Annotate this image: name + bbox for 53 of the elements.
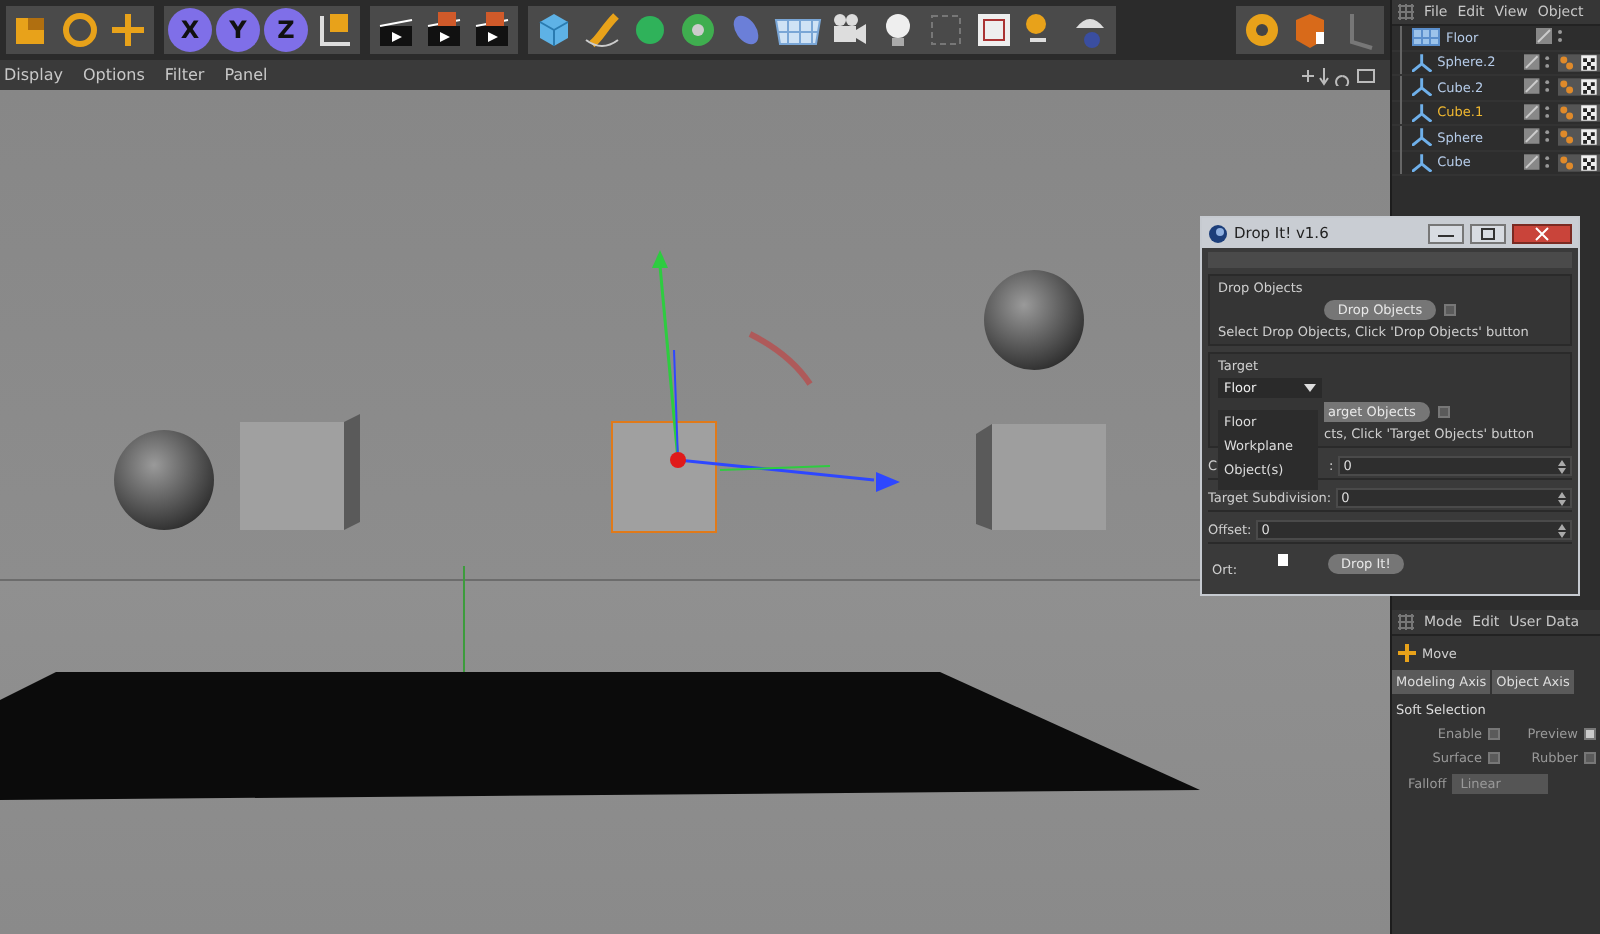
grip-icon — [1398, 614, 1414, 630]
move-icon — [1398, 644, 1416, 662]
tag-icon[interactable] — [1557, 78, 1600, 97]
axis-button[interactable]: X — [168, 8, 212, 52]
visibility-toggle-icon[interactable] — [1524, 153, 1552, 172]
menu-item[interactable]: Display — [4, 66, 63, 84]
axis-button[interactable]: Y — [216, 8, 260, 52]
visibility-toggle-icon[interactable] — [1524, 103, 1552, 122]
tag-icon[interactable] — [1557, 128, 1600, 147]
checkbox[interactable] — [1584, 752, 1596, 764]
tag-icon[interactable] — [1557, 153, 1600, 172]
null-object-icon — [1411, 78, 1432, 97]
cube — [976, 424, 1106, 530]
visibility-toggle-icon[interactable] — [1524, 78, 1552, 97]
checkbox[interactable] — [1444, 304, 1457, 316]
clapperboard-icon[interactable] — [470, 8, 514, 52]
pen-icon[interactable] — [580, 8, 624, 52]
sphere — [984, 270, 1084, 370]
gear-icon[interactable] — [676, 8, 720, 52]
app-logo-icon — [1208, 223, 1228, 243]
axis-button[interactable]: Z — [264, 8, 308, 52]
checkbox[interactable] — [1584, 728, 1596, 740]
tag-icon[interactable] — [1557, 103, 1600, 122]
menu-item[interactable]: Options — [83, 66, 145, 84]
null-object-icon — [1411, 128, 1432, 147]
null-object-icon — [1411, 53, 1432, 72]
visibility-toggle-icon[interactable] — [1524, 128, 1552, 147]
checkbox[interactable] — [1488, 728, 1500, 740]
cube — [240, 414, 360, 530]
sphere — [114, 430, 214, 530]
grip-icon — [1398, 4, 1414, 20]
visibility-toggle-icon[interactable] — [1524, 53, 1552, 72]
move-icon[interactable] — [106, 8, 150, 52]
maximize-icon[interactable] — [1470, 223, 1506, 243]
tag-icon[interactable] — [1557, 53, 1600, 72]
close-icon[interactable] — [1512, 223, 1572, 243]
picture-frame-icon[interactable] — [972, 8, 1016, 52]
floor-icon — [1412, 28, 1440, 47]
spinner-icon[interactable] — [1558, 491, 1566, 505]
menu-item[interactable]: Filter — [164, 66, 205, 84]
rotate-icon[interactable] — [58, 8, 102, 52]
recycle-icon[interactable] — [1240, 8, 1284, 52]
visibility-toggle-icon[interactable] — [1536, 28, 1564, 47]
caret-icon — [1304, 384, 1316, 392]
clapperboard-icon[interactable] — [422, 8, 466, 52]
checkbox[interactable] — [1488, 752, 1500, 764]
checkbox[interactable] — [1437, 406, 1450, 418]
null-object-icon — [1411, 153, 1432, 172]
minimize-icon[interactable] — [1428, 223, 1464, 243]
spinner-icon[interactable] — [1558, 459, 1566, 473]
spinner-icon[interactable] — [1558, 523, 1566, 537]
menu-item[interactable]: Panel — [224, 66, 268, 84]
null-object-icon — [1411, 103, 1432, 122]
